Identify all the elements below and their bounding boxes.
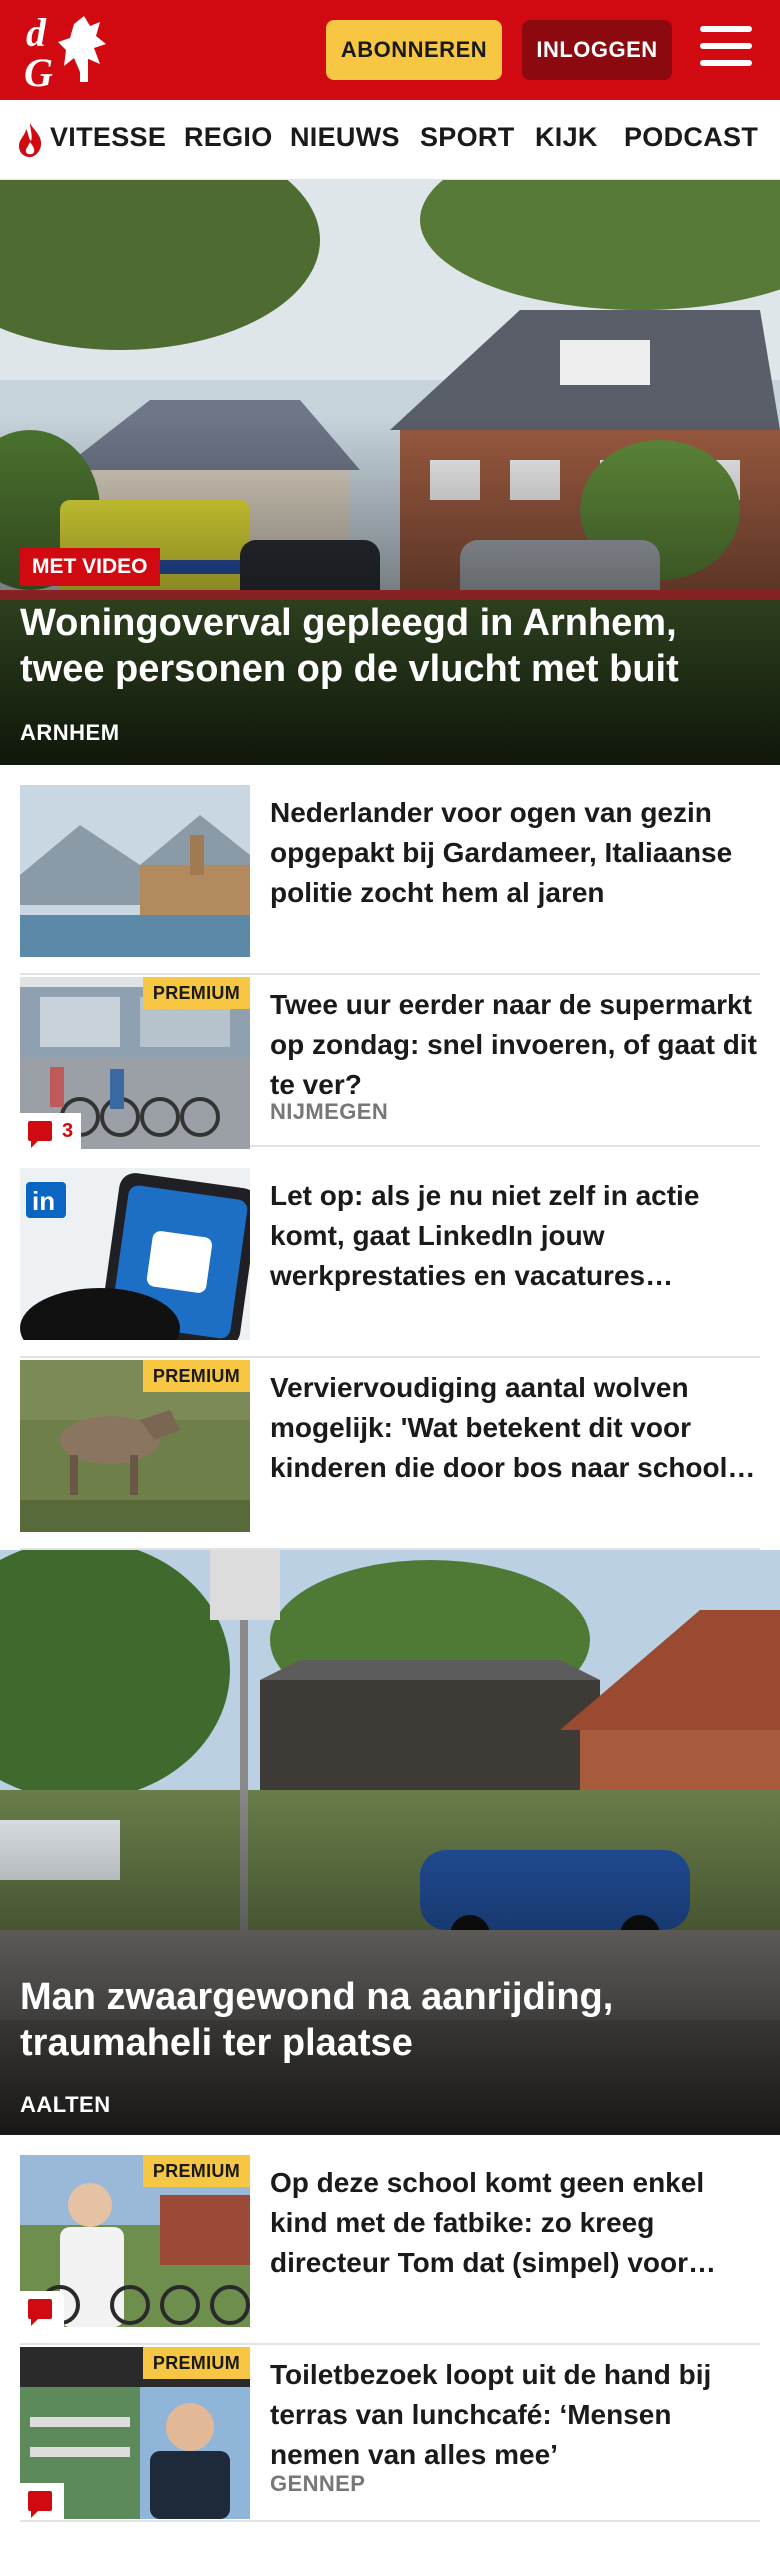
list-item[interactable]: PREMIUM 3 Twee uur eerder naar de superm…: [20, 977, 760, 1149]
article-thumbnail: PREMIUM: [20, 2155, 250, 2327]
top-bar: d G ABONNEREN INLOGGEN: [0, 0, 780, 100]
premium-badge: PREMIUM: [142, 977, 250, 1009]
logo-icon[interactable]: d G: [22, 10, 122, 90]
list-item[interactable]: Nederlander voor ogen van gezin opgepakt…: [20, 785, 760, 975]
comment-icon: [28, 2491, 52, 2518]
article-location: GENNEP: [270, 2471, 366, 2496]
premium-badge: PREMIUM: [142, 2155, 250, 2187]
article-thumbnail: in: [20, 1168, 250, 1340]
nav-nieuws[interactable]: NIEUWS: [290, 122, 400, 153]
svg-text:d: d: [26, 10, 47, 55]
article-title[interactable]: Let op: als je nu niet zelf in actie kom…: [270, 1176, 760, 1296]
article-thumbnail: PREMIUM: [20, 1360, 250, 1532]
nav-podcast[interactable]: PODCAST: [624, 122, 758, 153]
article-thumbnail: PREMIUM: [20, 2347, 250, 2519]
article-title[interactable]: Op deze school komt geen enkel kind met …: [270, 2163, 760, 2283]
svg-text:in: in: [32, 1186, 55, 1216]
list-item[interactable]: PREMIUM Toiletbezoek loopt uit de hand b…: [20, 2347, 760, 2522]
comment-count[interactable]: [20, 2483, 64, 2519]
article-thumbnail: PREMIUM 3: [20, 977, 250, 1149]
hero-title-2[interactable]: Man zwaargewond na aanrijding, traumahel…: [20, 1974, 760, 2066]
svg-text:G: G: [24, 50, 53, 90]
comment-count[interactable]: 3: [20, 1113, 82, 1149]
premium-badge: PREMIUM: [142, 2347, 250, 2379]
login-button[interactable]: INLOGGEN: [522, 20, 672, 80]
article-title[interactable]: Verviervoudiging aantal wolven mogelijk:…: [270, 1368, 760, 1488]
article-title[interactable]: Nederlander voor ogen van gezin opgepakt…: [270, 793, 760, 913]
list-item[interactable]: in Let op: als je nu niet zelf in actie …: [20, 1168, 760, 1358]
nav-regio[interactable]: REGIO: [184, 122, 273, 153]
article-location: NIJMEGEN: [270, 1099, 389, 1124]
menu-icon[interactable]: [700, 26, 752, 72]
nav-vitesse[interactable]: VITESSE: [50, 122, 166, 153]
hero-location-1: ARNHEM: [20, 720, 120, 745]
premium-badge: PREMIUM: [142, 1360, 250, 1392]
comment-icon: [28, 1121, 52, 1148]
video-badge: MET VIDEO: [20, 548, 160, 586]
section-nav: VITESSE REGIO NIEUWS SPORT KIJK PODCAST: [0, 100, 780, 180]
hero-location-2: AALTEN: [20, 2092, 111, 2117]
nav-sport[interactable]: SPORT: [420, 122, 515, 153]
hero-article-1[interactable]: MET VIDEO Woningoverval gepleegd in Arnh…: [0, 180, 780, 765]
list-item[interactable]: PREMIUM Verviervoudiging aantal wolven m…: [20, 1360, 760, 1550]
subscribe-button[interactable]: ABONNEREN: [326, 20, 502, 80]
article-thumbnail: [20, 785, 250, 957]
article-title[interactable]: Toiletbezoek loopt uit de hand bij terra…: [270, 2355, 760, 2475]
nav-kijk[interactable]: KIJK: [535, 122, 598, 153]
comment-icon: [28, 2299, 52, 2326]
hero-title-1[interactable]: Woningoverval gepleegd in Arnhem, twee p…: [20, 600, 760, 692]
hero-article-2[interactable]: Man zwaargewond na aanrijding, traumahel…: [0, 1550, 780, 2135]
list-item[interactable]: PREMIUM Op deze school komt geen enkel k…: [20, 2155, 760, 2345]
article-title[interactable]: Twee uur eerder naar de supermarkt op zo…: [270, 985, 760, 1105]
flame-icon: [19, 123, 42, 157]
comment-count[interactable]: [20, 2291, 64, 2327]
